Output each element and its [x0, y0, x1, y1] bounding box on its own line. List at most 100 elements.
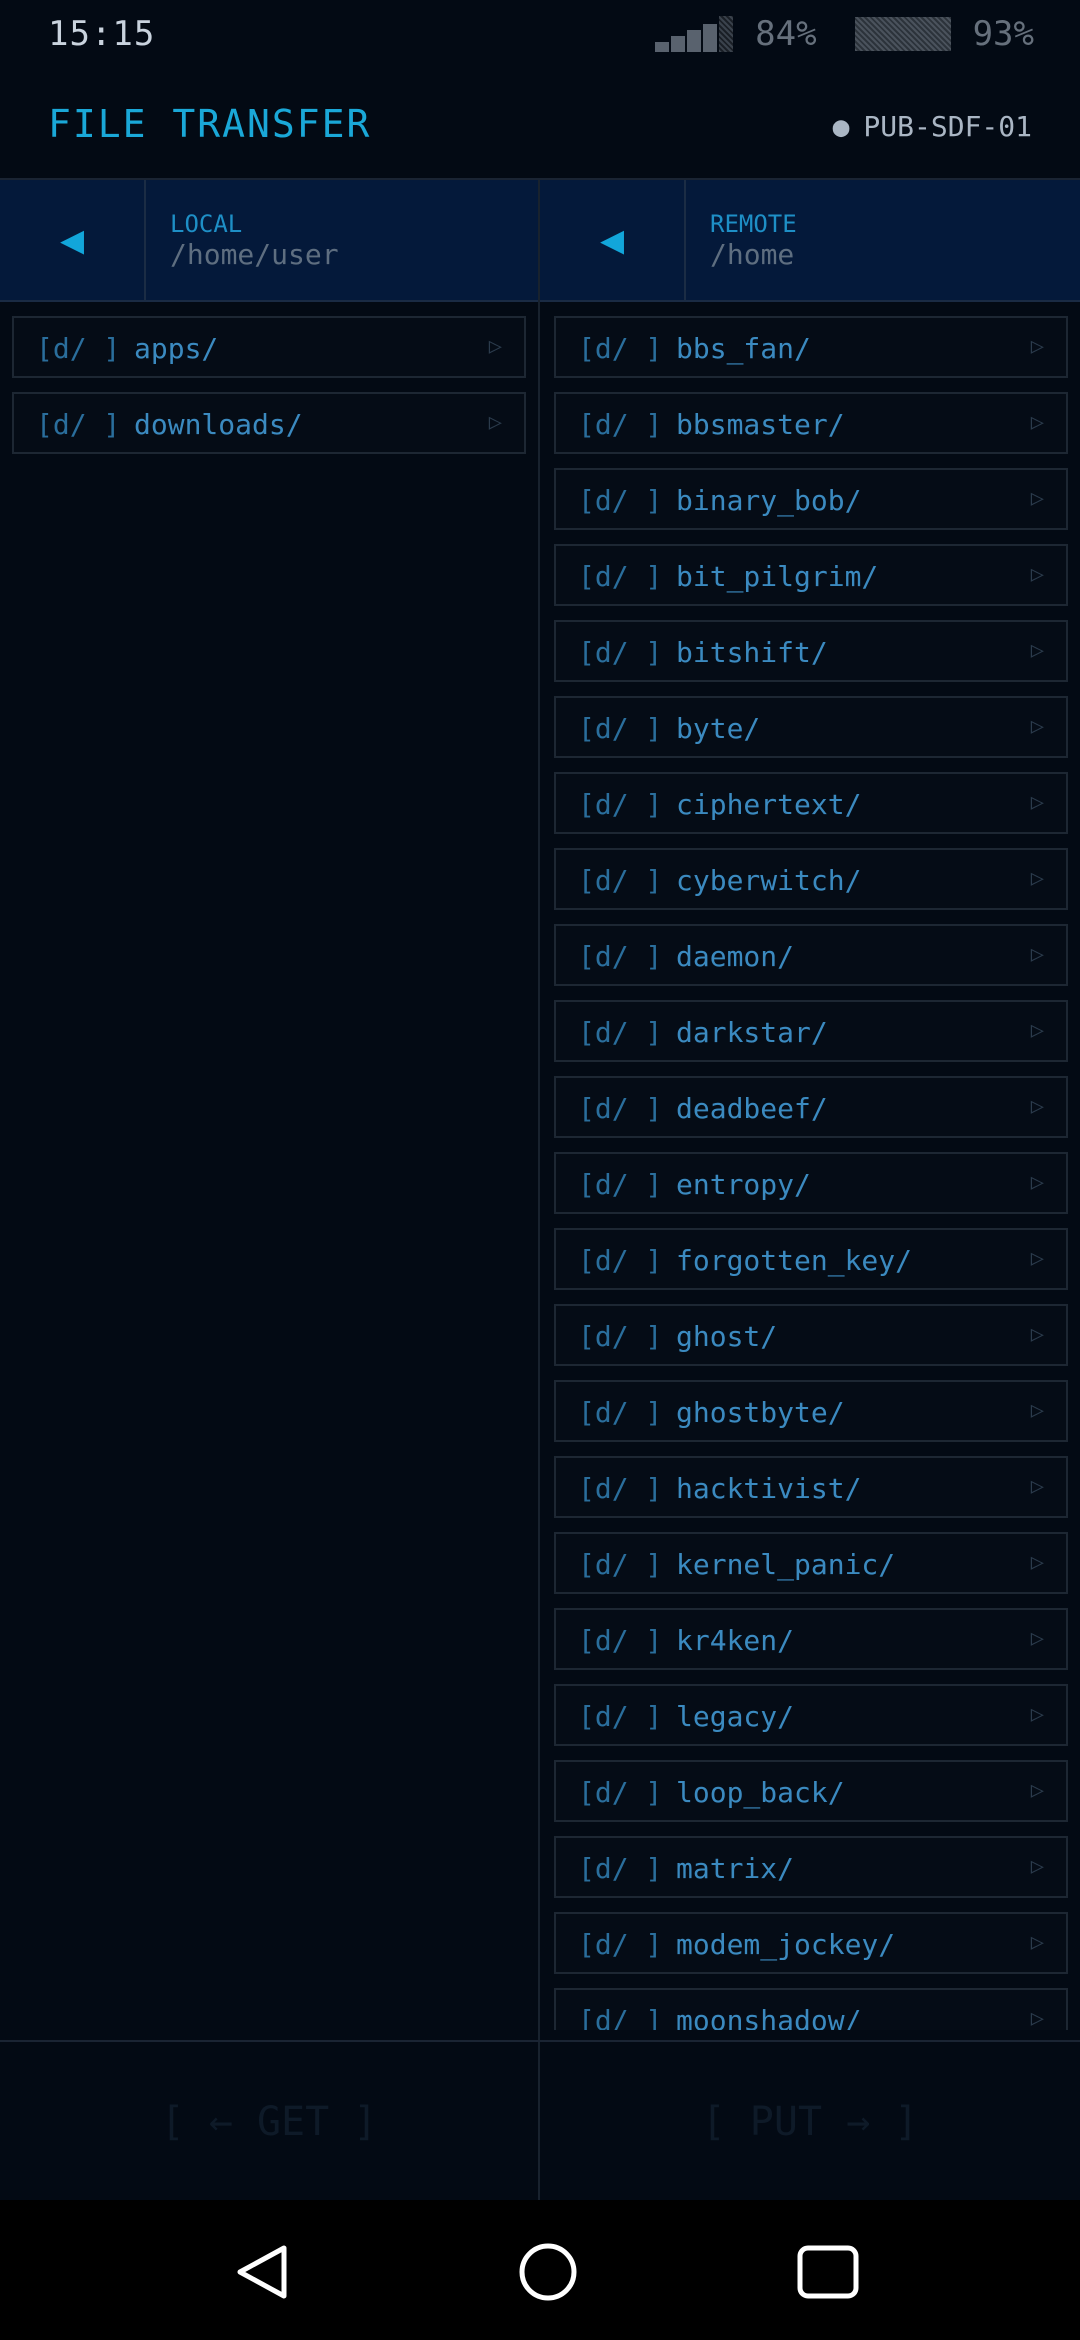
- list-item[interactable]: [d/ ] matrix/ ▷: [554, 1836, 1068, 1898]
- entry-name: kernel_panic/: [676, 1548, 896, 1581]
- open-arrow-icon: ▷: [1030, 1018, 1044, 1043]
- entry-type-tag: [d/ ]: [578, 788, 663, 821]
- nav-recent-apps-icon[interactable]: [796, 2240, 860, 2304]
- local-file-list[interactable]: [d/ ] apps/ ▷ [d/ ] downloads/ ▷: [0, 302, 538, 2030]
- open-arrow-icon: ▷: [1030, 334, 1044, 359]
- open-arrow-icon: ▷: [1030, 790, 1044, 815]
- entry-type-tag: [d/ ]: [578, 1700, 663, 1733]
- status-bar: 15:15 84% 93%: [0, 0, 1080, 74]
- entry-type-tag: [d/ ]: [578, 636, 663, 669]
- list-item[interactable]: [d/ ] downloads/ ▷: [12, 392, 526, 454]
- list-item[interactable]: [d/ ] deadbeef/ ▷: [554, 1076, 1068, 1138]
- entry-name: cyberwitch/: [676, 864, 862, 897]
- remote-pane-header: ◀ REMOTE /home: [540, 180, 1080, 302]
- open-arrow-icon: ▷: [1030, 1474, 1044, 1499]
- list-item[interactable]: [d/ ] forgotten_key/ ▷: [554, 1228, 1068, 1290]
- entry-name: matrix/: [676, 1852, 795, 1885]
- entry-type-tag: [d/ ]: [578, 1928, 663, 1961]
- entry-name: ciphertext/: [676, 788, 862, 821]
- open-arrow-icon: ▷: [1030, 714, 1044, 739]
- open-arrow-icon: ▷: [1030, 866, 1044, 891]
- signal-percent: 84%: [755, 14, 817, 54]
- get-button[interactable]: [ ← GET ]: [0, 2042, 538, 2202]
- open-arrow-icon: ▷: [1030, 638, 1044, 663]
- open-arrow-icon: ▷: [1030, 1170, 1044, 1195]
- open-arrow-icon: ▷: [1030, 1702, 1044, 1727]
- entry-name: moonshadow/: [676, 2004, 862, 2030]
- list-item[interactable]: [d/ ] ghost/ ▷: [554, 1304, 1068, 1366]
- entry-type-tag: [d/ ]: [578, 1244, 663, 1277]
- entry-name: forgotten_key/: [676, 1244, 913, 1277]
- entry-type-tag: [d/ ]: [36, 408, 121, 441]
- entry-name: modem_jockey/: [676, 1928, 896, 1961]
- app-header: FILE TRANSFER ● PUB-SDF-01: [0, 74, 1080, 180]
- list-item[interactable]: [d/ ] modem_jockey/ ▷: [554, 1912, 1068, 1974]
- open-arrow-icon: ▷: [1030, 1854, 1044, 1879]
- open-arrow-icon: ▷: [1030, 1246, 1044, 1271]
- entry-type-tag: [d/ ]: [36, 332, 121, 365]
- list-item[interactable]: [d/ ] loop_back/ ▷: [554, 1760, 1068, 1822]
- list-item[interactable]: [d/ ] bitshift/ ▷: [554, 620, 1068, 682]
- list-item[interactable]: [d/ ] bbsmaster/ ▷: [554, 392, 1068, 454]
- local-back-button[interactable]: ◀: [0, 180, 146, 300]
- entry-name: daemon/: [676, 940, 795, 973]
- action-bar: [ ← GET ] [ PUT → ]: [0, 2040, 1080, 2202]
- list-item[interactable]: [d/ ] byte/ ▷: [554, 696, 1068, 758]
- list-item[interactable]: [d/ ] cyberwitch/ ▷: [554, 848, 1068, 910]
- entry-type-tag: [d/ ]: [578, 484, 663, 517]
- list-item[interactable]: [d/ ] kernel_panic/ ▷: [554, 1532, 1068, 1594]
- entry-name: hacktivist/: [676, 1472, 862, 1505]
- list-item[interactable]: [d/ ] daemon/ ▷: [554, 924, 1068, 986]
- entry-type-tag: [d/ ]: [578, 1472, 663, 1505]
- open-arrow-icon: ▷: [1030, 942, 1044, 967]
- list-item[interactable]: [d/ ] bbs_fan/ ▷: [554, 316, 1068, 378]
- entry-type-tag: [d/ ]: [578, 1776, 663, 1809]
- entry-name: deadbeef/: [676, 1092, 828, 1125]
- entry-type-tag: [d/ ]: [578, 940, 663, 973]
- list-item[interactable]: [d/ ] binary_bob/ ▷: [554, 468, 1068, 530]
- open-arrow-icon: ▷: [1030, 486, 1044, 511]
- list-item[interactable]: [d/ ] moonshadow/ ▷: [554, 1988, 1068, 2030]
- list-item[interactable]: [d/ ] apps/ ▷: [12, 316, 526, 378]
- nav-back-icon[interactable]: [232, 2240, 296, 2304]
- battery-icon: [854, 17, 951, 51]
- open-arrow-icon: ▷: [1030, 1550, 1044, 1575]
- back-arrow-icon: ◀: [59, 217, 85, 263]
- list-item[interactable]: [d/ ] ciphertext/ ▷: [554, 772, 1068, 834]
- put-button[interactable]: [ PUT → ]: [540, 2042, 1080, 2202]
- open-arrow-icon: ▷: [1030, 410, 1044, 435]
- list-item[interactable]: [d/ ] hacktivist/ ▷: [554, 1456, 1068, 1518]
- remote-path: /home: [710, 238, 795, 271]
- list-item[interactable]: [d/ ] bit_pilgrim/ ▷: [554, 544, 1068, 606]
- entry-type-tag: [d/ ]: [578, 864, 663, 897]
- entry-name: darkstar/: [676, 1016, 828, 1049]
- entry-type-tag: [d/ ]: [578, 1548, 663, 1581]
- list-item[interactable]: [d/ ] darkstar/ ▷: [554, 1000, 1068, 1062]
- entry-name: bit_pilgrim/: [676, 560, 879, 593]
- list-item[interactable]: [d/ ] ghostbyte/ ▷: [554, 1380, 1068, 1442]
- entry-type-tag: [d/ ]: [578, 408, 663, 441]
- back-arrow-icon: ◀: [599, 217, 625, 263]
- entry-type-tag: [d/ ]: [578, 1168, 663, 1201]
- open-arrow-icon: ▷: [1030, 562, 1044, 587]
- connection-dot-icon: ●: [832, 110, 850, 143]
- entry-name: ghostbyte/: [676, 1396, 845, 1429]
- local-path: /home/user: [170, 238, 339, 271]
- nav-home-icon[interactable]: [516, 2240, 580, 2304]
- entry-name: apps/: [134, 332, 219, 365]
- status-indicators: 84% 93%: [655, 14, 1034, 54]
- entry-name: byte/: [676, 712, 761, 745]
- list-item[interactable]: [d/ ] entropy/ ▷: [554, 1152, 1068, 1214]
- open-arrow-icon: ▷: [1030, 1322, 1044, 1347]
- entry-name: kr4ken/: [676, 1624, 795, 1657]
- open-arrow-icon: ▷: [1030, 1094, 1044, 1119]
- entry-type-tag: [d/ ]: [578, 1852, 663, 1885]
- remote-back-button[interactable]: ◀: [540, 180, 686, 300]
- list-item[interactable]: [d/ ] kr4ken/ ▷: [554, 1608, 1068, 1670]
- entry-type-tag: [d/ ]: [578, 2004, 663, 2030]
- entry-name: ghost/: [676, 1320, 778, 1353]
- list-item[interactable]: [d/ ] legacy/ ▷: [554, 1684, 1068, 1746]
- server-name: PUB-SDF-01: [863, 110, 1032, 143]
- remote-file-list[interactable]: [d/ ] bbs_fan/ ▷ [d/ ] bbsmaster/ ▷ [d/ ] binar…: [540, 302, 1080, 2030]
- entry-type-tag: [d/ ]: [578, 1624, 663, 1657]
